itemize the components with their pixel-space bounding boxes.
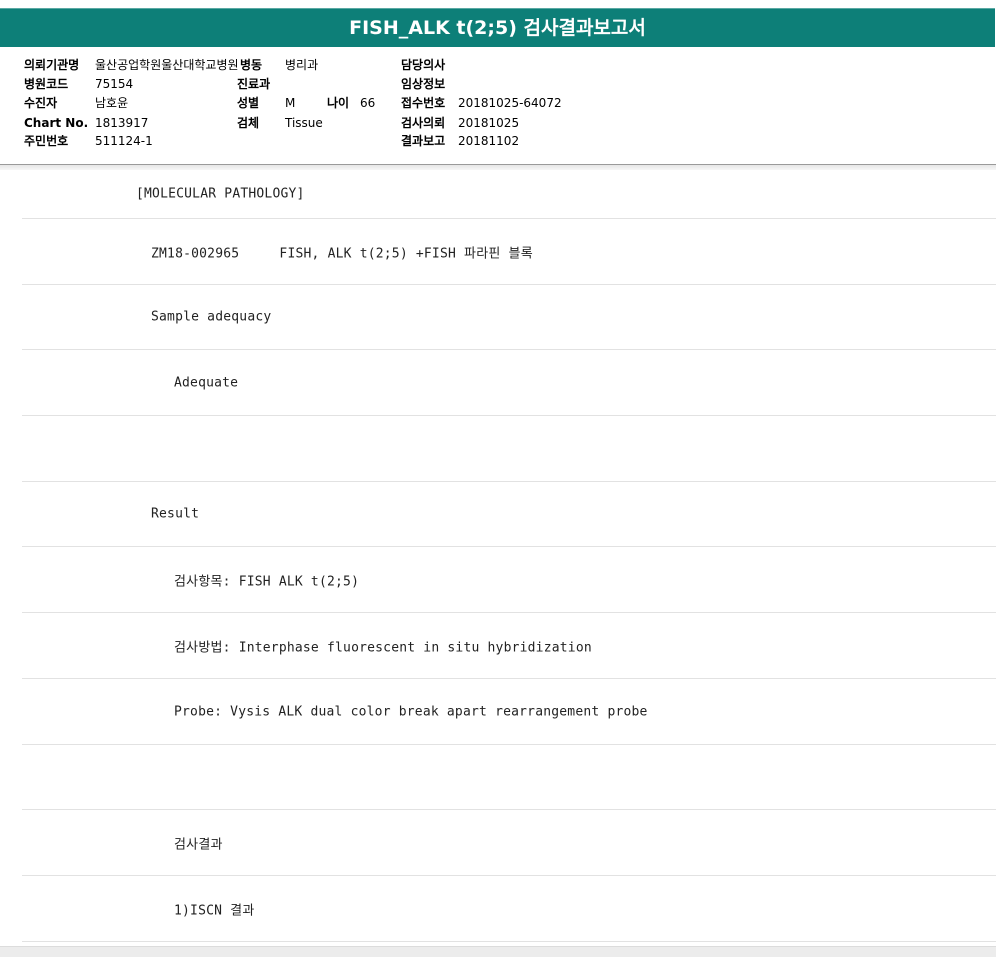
report-line: 1)ISCN 결과 (22, 876, 996, 942)
accession-value: 20181025-64072 (458, 96, 562, 110)
rrn-value: 511124-1 (95, 134, 153, 148)
institution-label: 의뢰기관명 (24, 58, 80, 72)
report-line-text: 검사방법: Interphase fluorescent in situ hyb… (174, 640, 592, 655)
age-value: 66 (360, 96, 376, 110)
report-date-value: 20181102 (458, 134, 520, 148)
header-row-3: 수진자 남호윤 성별 M 나이 66 접수번호 20181025-64072 (0, 94, 995, 112)
report-line: Adequate (22, 350, 996, 416)
report-line-text: Probe: Vysis ALK dual color break apart … (174, 704, 648, 719)
header-row-2: 병원코드 75154 진료과 임상정보 (0, 75, 995, 93)
report-line: 검사항목: FISH ALK t(2;5) (22, 547, 996, 613)
report-line: [MOLECULAR PATHOLOGY] (22, 170, 996, 219)
header-row-5: 주민번호 511124-1 결과보고 20181102 (0, 132, 995, 150)
report-line (22, 745, 996, 810)
request-date-value: 20181025 (458, 116, 520, 130)
header-row-4: Chart No. 1813917 검체 Tissue 검사의뢰 2018102… (0, 114, 995, 132)
report-line: Sample adequacy (22, 285, 996, 350)
rrn-label: 주민번호 (24, 134, 69, 148)
report-line-text: Adequate (174, 375, 239, 390)
report-line: ZM18-002965 FISH, ALK t(2;5) +FISH 파라핀 블… (22, 219, 996, 285)
bottom-scroll-area (0, 946, 996, 957)
specimen-value: Tissue (285, 116, 323, 130)
doctor-label: 담당의사 (401, 58, 446, 72)
report-date-label: 결과보고 (401, 134, 446, 148)
report-line: 검사결과 (22, 810, 996, 876)
report-line: 검사방법: Interphase fluorescent in situ hyb… (22, 613, 996, 679)
age-label: 나이 (327, 96, 350, 110)
report-line-text: 검사항목: FISH ALK t(2;5) (174, 574, 360, 589)
report-title: FISH_ALK t(2;5) 검사결과보고서 (0, 8, 995, 47)
accession-label: 접수번호 (401, 96, 446, 110)
hospital-code-value: 75154 (95, 77, 134, 91)
clinical-info-label: 임상정보 (401, 77, 446, 91)
report-line: Probe: Vysis ALK dual color break apart … (22, 679, 996, 745)
patient-info-header: 의뢰기관명 울산공업학원울산대학교병원 병동 병리과 담당의사 병원코드 751… (0, 47, 995, 164)
report-line-text: 검사결과 (174, 837, 223, 852)
specimen-label: 검체 (237, 116, 260, 130)
patient-label: 수진자 (24, 96, 58, 110)
department-label: 진료과 (237, 77, 271, 91)
report-line-text: Sample adequacy (151, 309, 272, 325)
patient-value: 남호윤 (95, 96, 129, 110)
chart-no-label: Chart No. (24, 116, 89, 130)
header-row-1: 의뢰기관명 울산공업학원울산대학교병원 병동 병리과 담당의사 (0, 56, 995, 74)
report-line-text: 1)ISCN 결과 (174, 903, 255, 918)
report-line-text: ZM18-002965 FISH, ALK t(2;5) +FISH 파라핀 블… (151, 246, 533, 261)
ward-label: 병동 (240, 58, 263, 72)
report-body: [MOLECULAR PATHOLOGY] ZM18-002965 FISH, … (0, 170, 996, 946)
sex-label: 성별 (237, 96, 260, 110)
chart-no-value: 1813917 (95, 116, 149, 130)
request-date-label: 검사의뢰 (401, 116, 446, 130)
institution-value: 울산공업학원울산대학교병원 (95, 58, 239, 72)
report-line-text: Result (151, 506, 200, 522)
sex-value: M (285, 96, 296, 110)
ward-value: 병리과 (285, 58, 319, 72)
report-line-text: [MOLECULAR PATHOLOGY] (136, 186, 305, 202)
hospital-code-label: 병원코드 (24, 77, 69, 91)
report-line (22, 416, 996, 482)
report-line: Result (22, 482, 996, 547)
